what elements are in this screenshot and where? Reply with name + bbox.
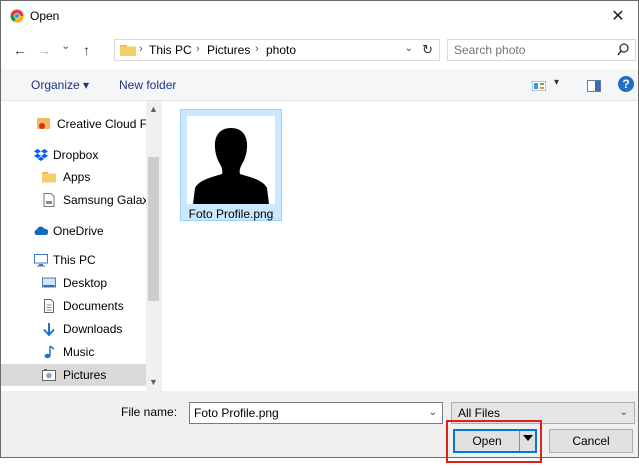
address-dropdown-icon[interactable]: ⌄ <box>405 43 413 54</box>
sidebar-item-apps[interactable]: Apps <box>1 166 146 188</box>
organize-button[interactable]: Organize ▾ <box>31 78 89 92</box>
sidebar-item-this-pc[interactable]: This PC <box>1 249 146 271</box>
sidebar-item-label: Creative Cloud Fil <box>57 117 153 131</box>
search-icon <box>617 43 629 56</box>
chevron-down-icon[interactable]: ⌄ <box>429 407 437 418</box>
sidebar-item-label: OneDrive <box>53 224 104 238</box>
music-icon <box>44 345 55 359</box>
file-name-combobox[interactable]: ⌄ <box>189 402 443 424</box>
breadcrumb-photo[interactable]: photo <box>266 43 296 57</box>
close-icon: ✕ <box>611 8 625 25</box>
scroll-down-icon[interactable]: ▼ <box>149 377 158 387</box>
pictures-icon <box>42 369 56 381</box>
split-divider <box>519 431 520 451</box>
file-icon <box>43 193 55 207</box>
sidebar-item-label: Dropbox <box>53 148 99 162</box>
open-button-label: Open <box>472 434 502 448</box>
scroll-up-icon[interactable]: ▲ <box>149 104 158 114</box>
file-list: Foto Profile.png <box>161 101 638 391</box>
search-box[interactable] <box>447 39 636 61</box>
navigation-pane: Creative Cloud Fil Dropbox Apps Samsung … <box>1 101 161 391</box>
navigation-bar: ← → ⌄ ↑ › This PC › Pictures › photo ⌄ ↻ <box>1 31 638 69</box>
sidebar-item-dropbox[interactable]: Dropbox <box>1 144 146 166</box>
sidebar-item-label: Documents <box>63 299 124 313</box>
cancel-button[interactable]: Cancel <box>549 429 633 453</box>
folder-icon <box>42 172 56 183</box>
sidebar-item-music[interactable]: Music <box>1 341 146 363</box>
window-title: Open <box>30 9 60 23</box>
change-view-icon[interactable] <box>532 81 546 91</box>
downloads-icon <box>43 323 55 336</box>
refresh-icon[interactable]: ↻ <box>422 42 433 58</box>
scrollbar-thumb[interactable] <box>148 157 159 301</box>
sidebar-item-label: Samsung Galaxy <box>63 193 155 207</box>
sidebar-item-label: Apps <box>63 170 91 184</box>
sidebar-item-label: Pictures <box>63 368 107 382</box>
bottom-panel: File name: ⌄ All Files ⌄ <box>1 391 638 457</box>
chrome-icon <box>10 9 24 23</box>
person-silhouette-icon <box>187 116 275 204</box>
sidebar-item-label: Desktop <box>63 276 108 290</box>
creative-cloud-icon <box>37 118 50 129</box>
file-name-label: File name: <box>121 405 178 419</box>
onedrive-icon <box>34 226 48 235</box>
open-file-dialog: Open ✕ ← → ⌄ ↑ › This PC › Pictures › ph… <box>0 0 639 463</box>
open-button[interactable]: Open <box>453 429 537 453</box>
sidebar-item-downloads[interactable]: Downloads <box>1 318 146 340</box>
chevron-down-icon: ⌄ <box>619 407 628 418</box>
dropbox-icon <box>34 149 48 161</box>
file-name-label: Foto Profile.png <box>188 207 274 221</box>
sidebar-item-label: Downloads <box>63 322 123 336</box>
file-item[interactable]: Foto Profile.png <box>180 109 282 221</box>
sidebar-scrollbar[interactable]: ▲ ▼ <box>146 101 161 391</box>
command-bar: Organize ▾ New folder ▾ ? <box>1 69 638 101</box>
sidebar-item-label: This PC <box>53 253 96 267</box>
close-button[interactable]: ✕ <box>598 1 638 31</box>
open-dropdown-icon[interactable] <box>523 435 533 441</box>
back-button[interactable]: ← <box>13 42 27 58</box>
new-folder-button[interactable]: New folder <box>119 78 176 92</box>
sidebar-item-label: Music <box>63 345 95 359</box>
folder-icon <box>120 45 136 56</box>
breadcrumb-this-pc[interactable]: This PC <box>149 43 192 57</box>
sidebar-item-onedrive[interactable]: OneDrive <box>1 220 146 242</box>
file-name-field[interactable] <box>194 406 414 420</box>
sidebar-item-pictures[interactable]: Pictures <box>1 364 146 386</box>
breadcrumb-separator: › <box>139 43 143 55</box>
up-button[interactable]: ↑ <box>83 42 90 58</box>
breadcrumb-separator: › <box>196 43 200 55</box>
documents-icon <box>44 299 54 313</box>
sidebar-item-documents[interactable]: Documents <box>1 295 146 317</box>
view-dropdown-icon[interactable]: ▾ <box>554 77 559 88</box>
desktop-icon <box>42 277 56 288</box>
help-icon[interactable]: ? <box>618 76 634 92</box>
breadcrumb-separator: › <box>255 43 259 55</box>
title-bar: Open ✕ <box>1 1 638 31</box>
file-type-value: All Files <box>458 406 501 420</box>
forward-button[interactable]: → <box>37 42 51 58</box>
breadcrumb-pictures[interactable]: Pictures <box>207 43 250 57</box>
sidebar-item-samsung-galaxy[interactable]: Samsung Galaxy <box>1 189 154 211</box>
address-bar[interactable]: › This PC › Pictures › photo ⌄ ↻ <box>114 39 440 61</box>
sidebar-item-creative-cloud[interactable]: Creative Cloud Fil <box>1 113 152 135</box>
preview-pane-icon[interactable] <box>587 80 601 92</box>
computer-icon <box>34 254 48 267</box>
sidebar-item-desktop[interactable]: Desktop <box>1 272 146 294</box>
search-input[interactable] <box>454 43 604 57</box>
recent-locations-button[interactable]: ⌄ <box>61 39 70 52</box>
